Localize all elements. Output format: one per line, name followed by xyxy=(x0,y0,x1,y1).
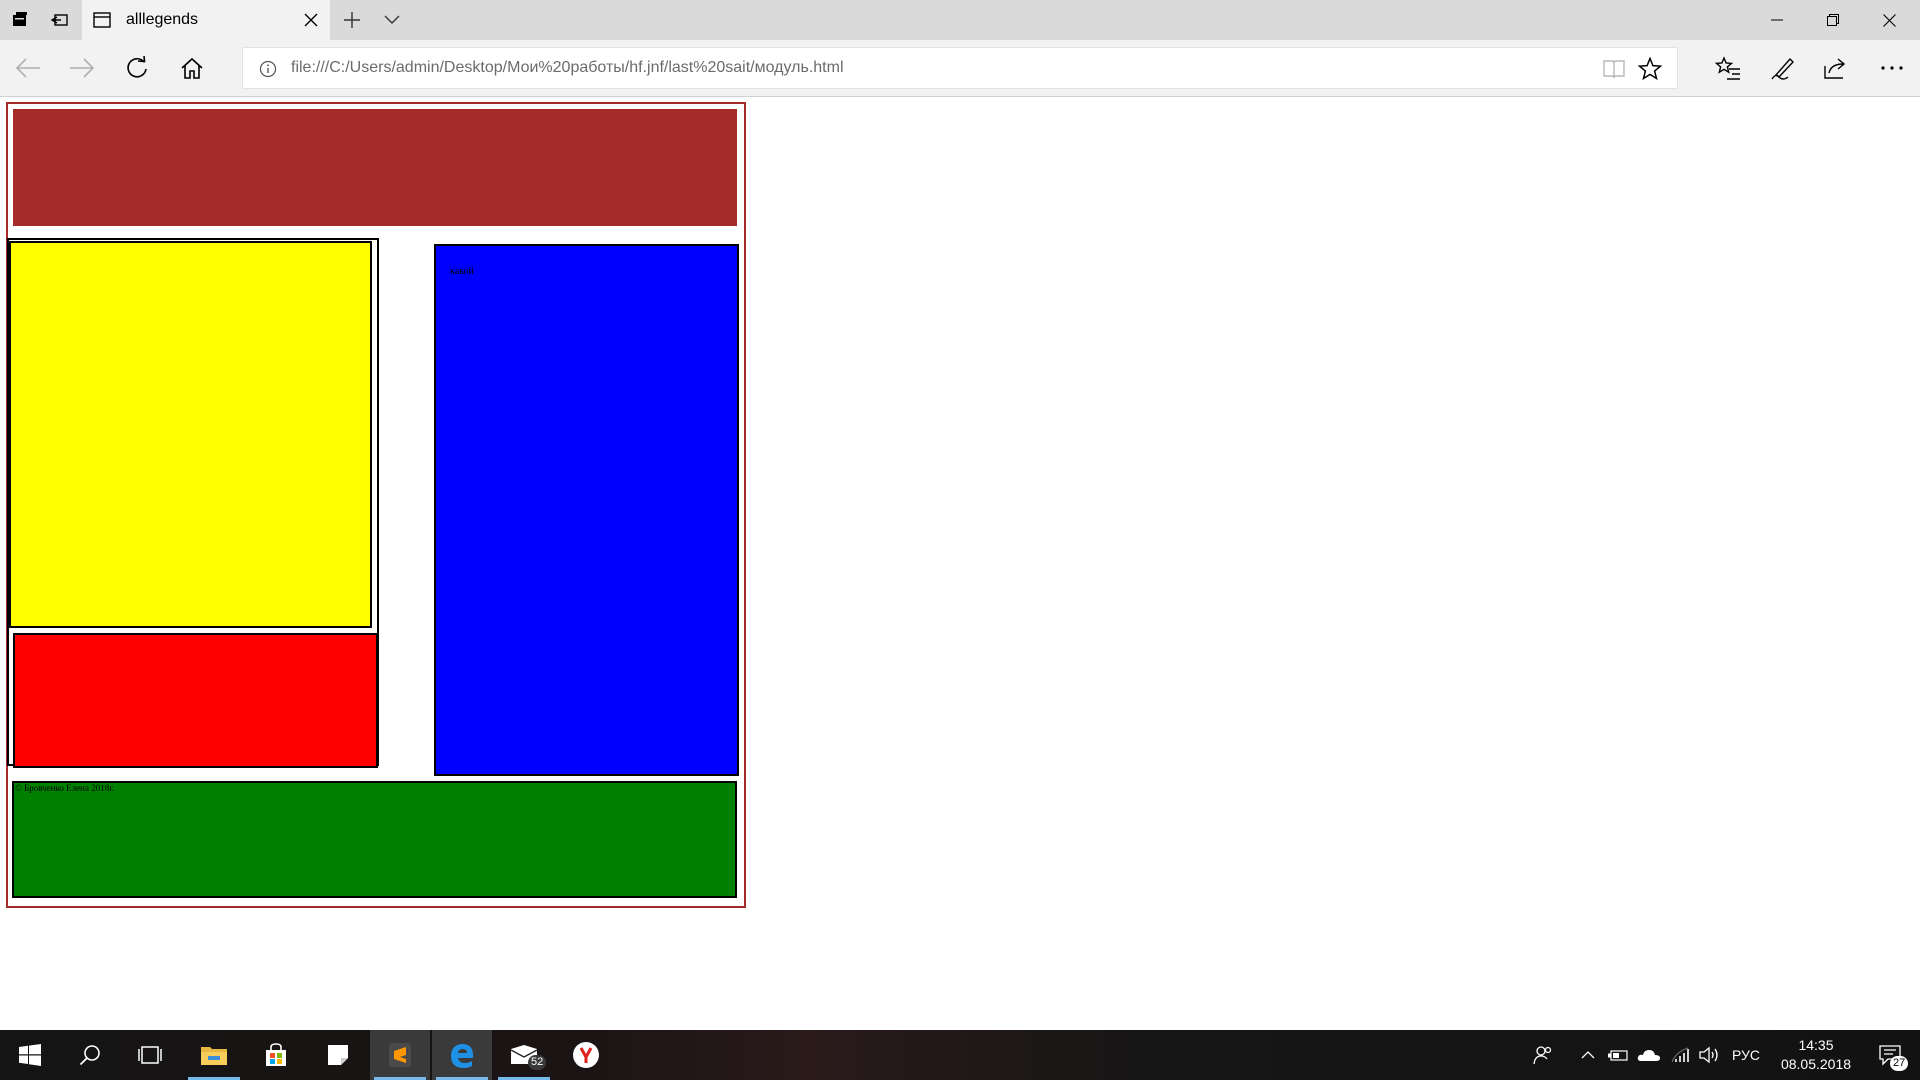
forward-icon[interactable] xyxy=(62,48,102,88)
notifications-badge: 27 xyxy=(1890,1056,1909,1071)
back-icon[interactable] xyxy=(8,48,48,88)
more-menu-icon[interactable] xyxy=(1872,48,1912,88)
address-bar[interactable]: file:///C:/Users/admin/Desktop/Мои%20раб… xyxy=(242,47,1678,89)
title-bar: alllegends xyxy=(0,0,1920,40)
close-tab-icon[interactable] xyxy=(296,5,326,35)
input-language[interactable]: РУС xyxy=(1730,1030,1762,1080)
header-block xyxy=(13,109,737,226)
tab-title: alllegends xyxy=(126,11,199,28)
sidebar-text: какой xyxy=(450,266,474,277)
mail-count-badge: 52 xyxy=(528,1055,547,1070)
refresh-icon[interactable] xyxy=(117,48,157,88)
minimize-icon[interactable] xyxy=(1749,0,1805,40)
sublime-text-icon[interactable] xyxy=(370,1030,430,1080)
clock-date: 08.05.2018 xyxy=(1780,1056,1852,1072)
store-icon[interactable] xyxy=(246,1030,306,1080)
action-center-icon[interactable]: 27 xyxy=(1868,1030,1912,1080)
clock-time: 14:35 xyxy=(1798,1037,1834,1053)
favorites-hub-icon[interactable] xyxy=(1708,48,1748,88)
file-explorer-icon[interactable] xyxy=(184,1030,244,1080)
new-tab-icon[interactable] xyxy=(332,0,372,40)
chevron-down-icon[interactable] xyxy=(372,0,412,40)
sticky-notes-icon[interactable] xyxy=(308,1030,368,1080)
red-content-block xyxy=(13,633,378,768)
edge-icon[interactable] xyxy=(432,1030,492,1080)
windows-start-icon[interactable] xyxy=(0,1030,60,1080)
volume-icon[interactable] xyxy=(1694,1030,1724,1080)
footer-copyright: © Бровченко Елена 2018г. xyxy=(15,783,115,793)
onedrive-cloud-icon[interactable] xyxy=(1634,1030,1664,1080)
web-note-pen-icon[interactable] xyxy=(1763,48,1803,88)
yellow-content-block xyxy=(9,241,372,628)
page-icon xyxy=(92,10,112,30)
browser-tab[interactable]: alllegends xyxy=(82,0,330,40)
search-icon[interactable] xyxy=(60,1030,120,1080)
restore-icon[interactable] xyxy=(1805,0,1861,40)
tab-manager-icon[interactable] xyxy=(0,0,40,40)
blue-sidebar-block: какой xyxy=(434,244,739,776)
url-text: file:///C:/Users/admin/Desktop/Мои%20раб… xyxy=(291,59,844,76)
share-icon[interactable] xyxy=(1816,48,1856,88)
home-icon[interactable] xyxy=(172,48,212,88)
info-icon[interactable] xyxy=(257,58,279,80)
set-aside-tabs-icon[interactable] xyxy=(40,0,80,40)
people-icon[interactable] xyxy=(1528,1030,1558,1080)
navigation-bar: file:///C:/Users/admin/Desktop/Мои%20раб… xyxy=(0,40,1920,97)
mail-icon[interactable]: 52 xyxy=(494,1030,554,1080)
task-view-icon[interactable] xyxy=(120,1030,180,1080)
wifi-icon[interactable] xyxy=(1666,1030,1694,1080)
chevron-up-icon[interactable] xyxy=(1576,1030,1600,1080)
reading-view-icon[interactable] xyxy=(1599,54,1629,84)
close-window-icon[interactable] xyxy=(1861,0,1917,40)
battery-icon[interactable] xyxy=(1604,1030,1632,1080)
web-page-viewport: какой © Бровченко Елена 2018г. xyxy=(0,97,1920,1030)
clock[interactable]: 14:35 08.05.2018 xyxy=(1762,1036,1870,1074)
favorite-star-icon[interactable] xyxy=(1635,54,1665,84)
taskbar: 52 РУС 14:35 08.05.2018 27 xyxy=(0,1030,1920,1080)
yandex-browser-icon[interactable] xyxy=(556,1030,616,1080)
footer-block: © Бровченко Елена 2018г. xyxy=(12,781,737,898)
